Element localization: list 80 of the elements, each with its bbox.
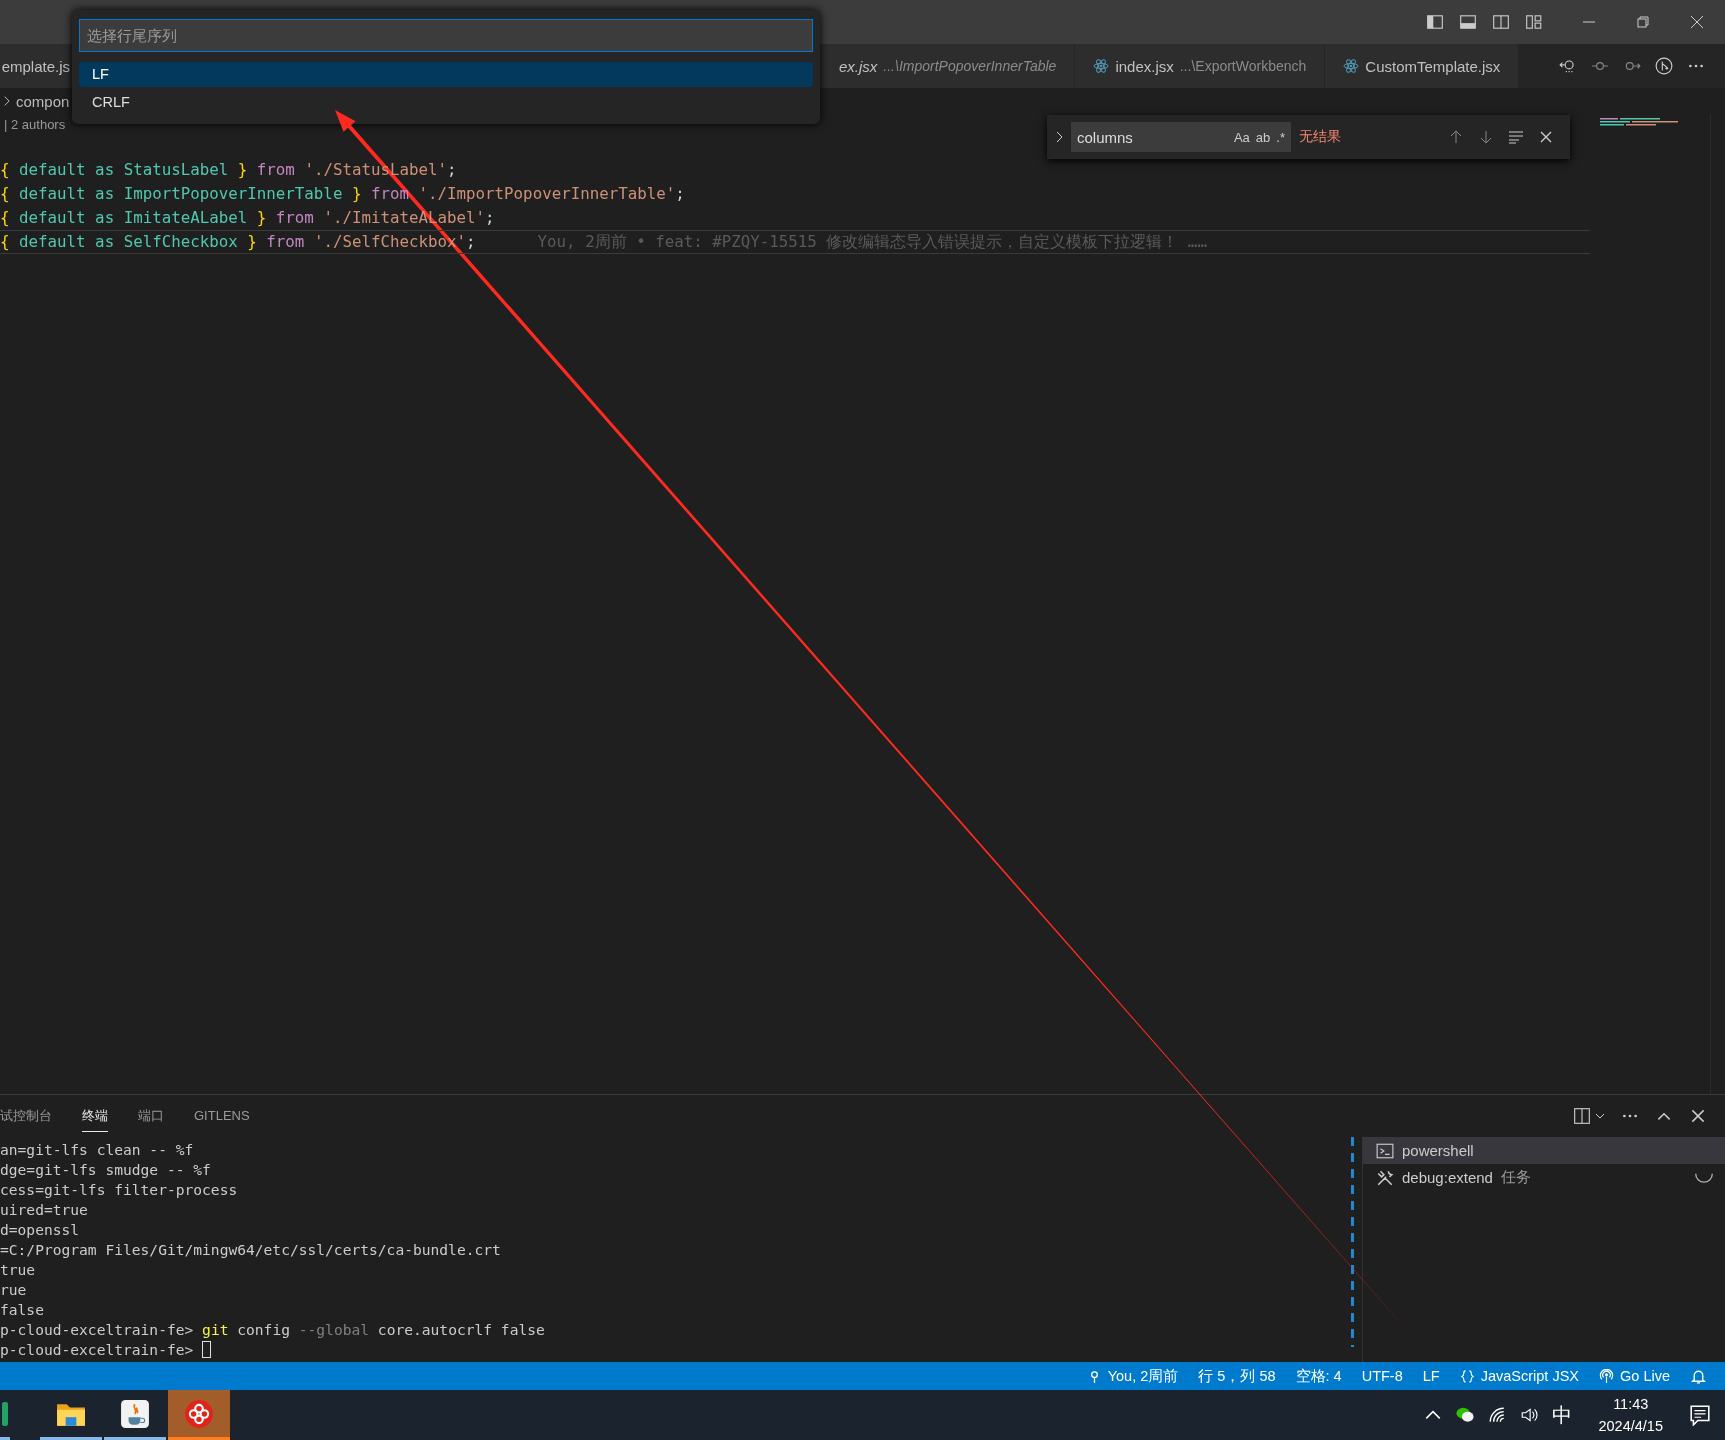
customize-layout-icon[interactable] — [1525, 13, 1543, 31]
split-terminal-icon[interactable] — [1573, 1107, 1591, 1125]
terminal-line: false — [0, 1300, 44, 1320]
status-item[interactable]: JavaScript JSX — [1459, 1368, 1579, 1384]
panel-layout-icon[interactable] — [1459, 13, 1477, 31]
editor-tab[interactable]: ex.jsx ...\ImportPopoverInnerTable — [821, 44, 1076, 88]
arrow-up-icon[interactable] — [1448, 129, 1464, 145]
chevron-down-icon[interactable] — [1595, 1111, 1605, 1121]
breadcrumb-item[interactable]: compon — [16, 92, 70, 110]
find-option[interactable]: Aa — [1233, 129, 1250, 145]
wifi-icon[interactable] — [1488, 1406, 1507, 1424]
terminal-line: uired=true — [0, 1200, 88, 1220]
clock-time: 11:43 — [1613, 1395, 1649, 1414]
find-option[interactable]: ab — [1255, 129, 1271, 145]
volume-icon[interactable] — [1520, 1406, 1539, 1424]
quick-pick-option[interactable]: CRLF — [79, 90, 813, 115]
quick-pick-field[interactable]: 选择行尾序列 — [79, 19, 813, 52]
bell-icon[interactable] — [1690, 1367, 1707, 1385]
status-item[interactable]: LF — [1422, 1368, 1440, 1384]
clock-date: 2024/4/15 — [1598, 1417, 1663, 1436]
tab-path: ...\ImportPopoverInnerTable — [883, 58, 1057, 74]
notification-icon[interactable] — [1689, 1404, 1711, 1426]
status-item[interactable]: Go Live — [1599, 1368, 1670, 1384]
input-method-indicator[interactable]: 中 — [1552, 1401, 1573, 1429]
terminal-list-item[interactable]: debug:extend 任务 — [1363, 1164, 1725, 1191]
arrow-down-icon[interactable] — [1478, 129, 1494, 145]
panel-tab[interactable]: GITLENS — [194, 1102, 250, 1130]
status-item[interactable]: UTF-8 — [1361, 1368, 1403, 1384]
coffee-cup-icon — [120, 1398, 150, 1429]
quick-pick-option[interactable]: LF — [79, 62, 813, 87]
panel-tab[interactable]: 试控制台 — [0, 1100, 52, 1132]
codelens-authors[interactable]: | 2 authors — [4, 117, 66, 137]
status-item[interactable]: 行 5，列 58 — [1198, 1366, 1276, 1386]
react-icon — [1343, 58, 1360, 74]
tab-path: ...\ExportWorkbench — [1179, 58, 1307, 74]
tab-title: ex.jsx — [839, 57, 878, 75]
spreadsheet-icon — [0, 1401, 10, 1426]
react-icon — [1093, 58, 1110, 74]
chat-bubbles-icon[interactable] — [1456, 1406, 1475, 1424]
tab-title: CustomTemplate.jsx — [1365, 57, 1501, 75]
panel-tab[interactable]: 终端 — [82, 1100, 108, 1132]
broadcast-icon — [1599, 1368, 1614, 1384]
find-result: 无结果 — [1299, 128, 1342, 146]
terminal-line: p-cloud-exceltrain-fe> git config --global core.autocrlf false — [0, 1320, 545, 1340]
panel-tab[interactable]: 端口 — [138, 1100, 164, 1132]
find-field[interactable]: columns Aa ab .* — [1071, 122, 1291, 152]
editor-tab[interactable]: CustomTemplate.jsx — [1325, 44, 1520, 88]
terminal-list-item[interactable]: powershell — [1363, 1137, 1725, 1164]
spinner-icon — [1695, 1172, 1713, 1183]
editor-tab[interactable]: index.jsx ...\ExportWorkbench — [1075, 44, 1326, 88]
flower-logo-icon — [184, 1398, 214, 1429]
terminal-line: =C:/Program Files/Git/mingw64/etc/ssl/certs/ca-bundle.crt — [0, 1240, 501, 1260]
tab-title: index.jsx — [1115, 57, 1174, 75]
terminal-line: true — [0, 1260, 36, 1280]
close-icon[interactable] — [1689, 14, 1705, 30]
restore-icon[interactable] — [1635, 14, 1651, 30]
terminal-icon — [1376, 1141, 1394, 1160]
terminal-line: dge=git-lfs smudge -- %f — [0, 1160, 211, 1180]
terminal-line: p-cloud-exceltrain-fe> — [0, 1340, 212, 1360]
editor-tab[interactable]: emplate.js — [0, 44, 71, 88]
close-icon[interactable] — [1689, 1107, 1707, 1125]
terminal-line: rue — [0, 1280, 27, 1300]
find-in-selection-icon[interactable] — [1508, 129, 1524, 145]
close-icon[interactable] — [1538, 129, 1554, 145]
find-option[interactable]: .* — [1276, 129, 1285, 145]
terminal-line: cess=git-lfs filter-process — [0, 1180, 238, 1200]
tab-title: emplate.js — [1, 57, 70, 75]
chevron-icon — [3, 95, 10, 107]
tools-icon — [1376, 1168, 1394, 1187]
terminal-line: an=git-lfs clean -- %f — [0, 1140, 194, 1160]
terminal-line: d=openssl — [0, 1220, 80, 1240]
timeline-icon[interactable] — [1559, 57, 1577, 75]
git-branch-icon[interactable] — [1655, 57, 1673, 75]
sidebar-layout-icon[interactable] — [1426, 13, 1444, 31]
code-line: { default as ImportPopoverInnerTable } from './ImportPopoverInnerTable'; — [0, 183, 686, 205]
status-item[interactable]: 空格: 4 — [1295, 1366, 1342, 1386]
secondary-sidebar-icon[interactable] — [1492, 13, 1510, 31]
status-item[interactable]: You, 2周前 — [1086, 1366, 1179, 1386]
chevron-icon[interactable] — [1055, 131, 1063, 143]
braces-icon — [1459, 1368, 1475, 1384]
